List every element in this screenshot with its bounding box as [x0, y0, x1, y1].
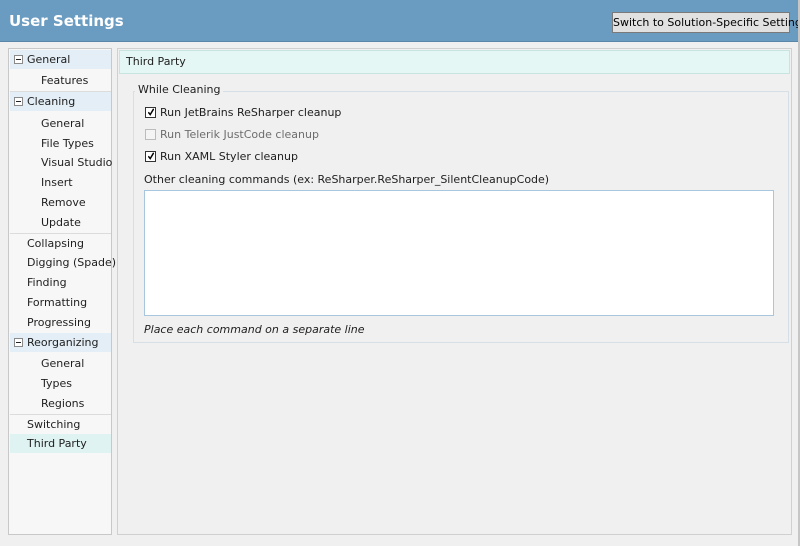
nav-item-types[interactable]: Types	[10, 374, 111, 393]
collapse-icon[interactable]	[14, 338, 23, 347]
nav-item-finding[interactable]: Finding	[10, 273, 111, 292]
nav-item-reorganizing-general[interactable]: General	[10, 354, 111, 373]
other-commands-textarea[interactable]	[144, 190, 774, 316]
switch-to-solution-settings-button[interactable]: Switch to Solution-Specific Settings	[612, 12, 800, 33]
nav-item-visual-studio[interactable]: Visual Studio	[10, 153, 113, 172]
nav-item-label: Finding	[27, 276, 67, 289]
nav-item-label: Formatting	[27, 296, 88, 309]
checkbox-label: Run XAML Styler cleanup	[160, 150, 298, 163]
nav-item-label: Remove	[41, 196, 86, 209]
nav-item-label: Regions	[41, 397, 85, 410]
group-title: While Cleaning	[135, 83, 224, 96]
nav-item-label: Digging (Spade)	[27, 256, 117, 269]
nav-item-regions[interactable]: Regions	[10, 394, 111, 413]
nav-item-cleaning[interactable]: Cleaning	[10, 92, 111, 111]
nav-item-third-party[interactable]: Third Party	[10, 434, 111, 453]
checkbox-label: Run Telerik JustCode cleanup	[160, 128, 319, 141]
nav-item-label: Features	[41, 74, 89, 87]
settings-page: Third Party While Cleaning Run JetBrains…	[117, 48, 792, 535]
nav-item-label: Types	[41, 377, 72, 390]
nav-item-label: Update	[41, 216, 81, 229]
other-commands-label: Other cleaning commands (ex: ReSharper.R…	[144, 173, 550, 186]
checkbox-box[interactable]	[145, 151, 156, 162]
nav-item-label: General	[41, 117, 85, 130]
nav-item-label: File Types	[41, 137, 94, 150]
checkmark-icon	[148, 152, 154, 160]
checkbox-label: Run JetBrains ReSharper cleanup	[160, 106, 342, 119]
nav-item-label: Visual Studio	[41, 156, 113, 169]
page-title: Third Party	[119, 50, 790, 74]
title-bar: User Settings Switch to Solution-Specifi…	[0, 0, 800, 42]
collapse-icon[interactable]	[14, 97, 23, 106]
collapse-icon[interactable]	[14, 55, 23, 64]
nav-item-label: Collapsing	[27, 237, 84, 250]
nav-item-label: Cleaning	[27, 95, 76, 108]
nav-item-label: Switching	[27, 418, 81, 431]
nav-item-file-types[interactable]: File Types	[10, 134, 111, 153]
nav-item-label: General	[41, 357, 85, 370]
nav-item-label: Insert	[41, 176, 73, 189]
nav-item-label: Third Party	[27, 437, 87, 450]
checkbox-box[interactable]	[145, 129, 156, 140]
nav-item-digging[interactable]: Digging (Spade)	[10, 253, 116, 272]
nav-item-formatting[interactable]: Formatting	[10, 293, 111, 312]
nav-item-cleaning-general[interactable]: General	[10, 114, 111, 133]
settings-nav-tree: General Features Cleaning General File T…	[8, 48, 116, 535]
nav-item-general[interactable]: General	[10, 50, 111, 69]
nav-item-progressing[interactable]: Progressing	[10, 313, 111, 332]
nav-item-collapsing[interactable]: Collapsing	[10, 234, 111, 253]
nav-item-update[interactable]: Update	[10, 213, 111, 232]
window-title: User Settings	[9, 12, 124, 30]
checkbox-box[interactable]	[145, 107, 156, 118]
nav-item-switching[interactable]: Switching	[10, 415, 111, 434]
nav-item-insert[interactable]: Insert	[10, 173, 111, 192]
nav-item-remove[interactable]: Remove	[10, 193, 111, 212]
nav-item-label: Reorganizing	[27, 336, 99, 349]
nav-item-label: General	[27, 53, 71, 66]
commands-hint: Place each command on a separate line	[144, 323, 365, 336]
nav-item-label: Progressing	[27, 316, 91, 329]
nav-item-reorganizing[interactable]: Reorganizing	[10, 333, 111, 352]
checkmark-icon	[148, 108, 154, 116]
nav-item-features[interactable]: Features	[10, 71, 111, 90]
